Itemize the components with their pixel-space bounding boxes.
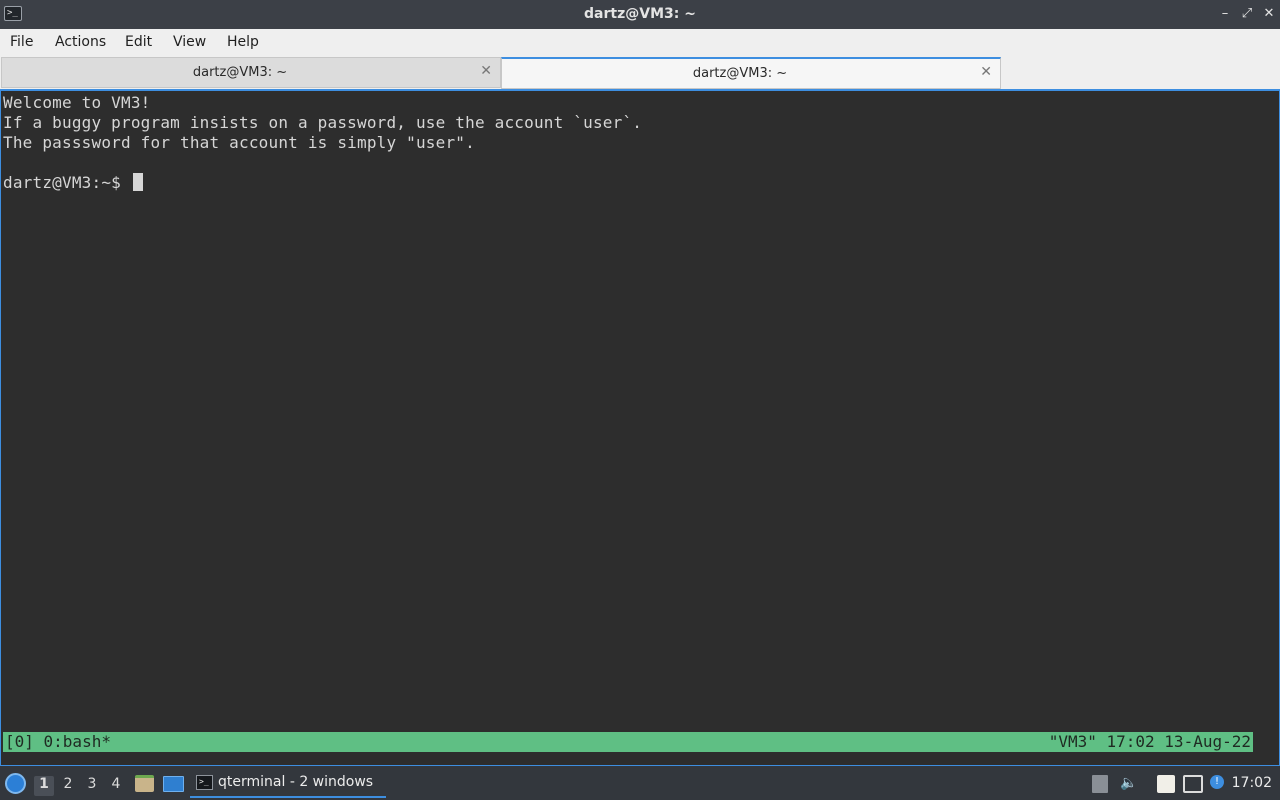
terminal-prompt: dartz@VM3:~$ xyxy=(3,173,131,192)
workspace-1[interactable]: 1 xyxy=(34,776,54,796)
menu-edit[interactable]: Edit xyxy=(125,34,152,50)
restore-icon[interactable]: ⤢ xyxy=(1238,5,1256,23)
tab-terminal-2[interactable]: dartz@VM3: ~ ✕ xyxy=(501,57,1001,89)
taskbar-clock[interactable]: 17:02 xyxy=(1232,775,1272,791)
terminal-line: The passsword for that account is simply… xyxy=(3,133,475,152)
workspace-4[interactable]: 4 xyxy=(106,776,126,796)
taskbar-task-label: qterminal - 2 windows xyxy=(218,774,374,790)
network-icon[interactable] xyxy=(1183,775,1203,793)
menu-file[interactable]: File xyxy=(10,34,33,50)
terminal-prompt-line: dartz@VM3:~$ xyxy=(3,173,143,192)
show-desktop-icon[interactable] xyxy=(163,776,184,792)
notification-icon[interactable]: ! xyxy=(1210,775,1224,789)
terminal-icon: >_ xyxy=(196,775,213,790)
tab-label: dartz@VM3: ~ xyxy=(192,65,288,80)
terminal-line: If a buggy program insists on a password… xyxy=(3,113,643,132)
workspace-3[interactable]: 3 xyxy=(82,776,102,796)
terminal-cursor xyxy=(132,173,143,191)
clipboard-icon[interactable] xyxy=(1157,775,1175,793)
tmux-status-bar: [0] 0:bash* "VM3" 17:02 13-Aug-22 xyxy=(3,732,1253,752)
tmux-status-left: [0] 0:bash* xyxy=(5,732,111,751)
tray-indicator-icon[interactable] xyxy=(1092,775,1108,793)
tab-bar: dartz@VM3: ~ ✕ dartz@VM3: ~ ✕ xyxy=(0,57,1280,89)
close-icon[interactable]: ✕ xyxy=(1260,5,1278,23)
tab-close-icon[interactable]: ✕ xyxy=(980,64,992,80)
window-titlebar: >_ dartz@VM3: ~ – ⤢ ✕ xyxy=(0,0,1280,29)
taskbar: 1 2 3 4 >_ qterminal - 2 windows 🔈 ! 17:… xyxy=(0,766,1280,800)
window-title: dartz@VM3: ~ xyxy=(584,6,696,22)
tmux-status-right: "VM3" 17:02 13-Aug-22 xyxy=(1048,732,1251,751)
tab-terminal-1[interactable]: dartz@VM3: ~ ✕ xyxy=(1,57,501,88)
menu-help[interactable]: Help xyxy=(227,34,259,50)
file-manager-icon[interactable] xyxy=(135,775,154,792)
workspace-2[interactable]: 2 xyxy=(58,776,78,796)
tab-label: dartz@VM3: ~ xyxy=(692,66,788,81)
terminal-area[interactable]: Welcome to VM3! If a buggy program insis… xyxy=(0,89,1280,766)
menu-bar: File Actions Edit View Help xyxy=(0,29,1280,57)
menu-view[interactable]: View xyxy=(173,34,206,50)
volume-icon[interactable]: 🔈 xyxy=(1119,775,1139,793)
start-menu-icon[interactable] xyxy=(5,773,26,794)
minimize-icon[interactable]: – xyxy=(1216,5,1234,23)
terminal-line: Welcome to VM3! xyxy=(3,93,151,112)
tab-close-icon[interactable]: ✕ xyxy=(480,63,492,79)
taskbar-qterminal-button[interactable]: >_ qterminal - 2 windows xyxy=(190,768,386,798)
menu-actions[interactable]: Actions xyxy=(55,34,106,50)
